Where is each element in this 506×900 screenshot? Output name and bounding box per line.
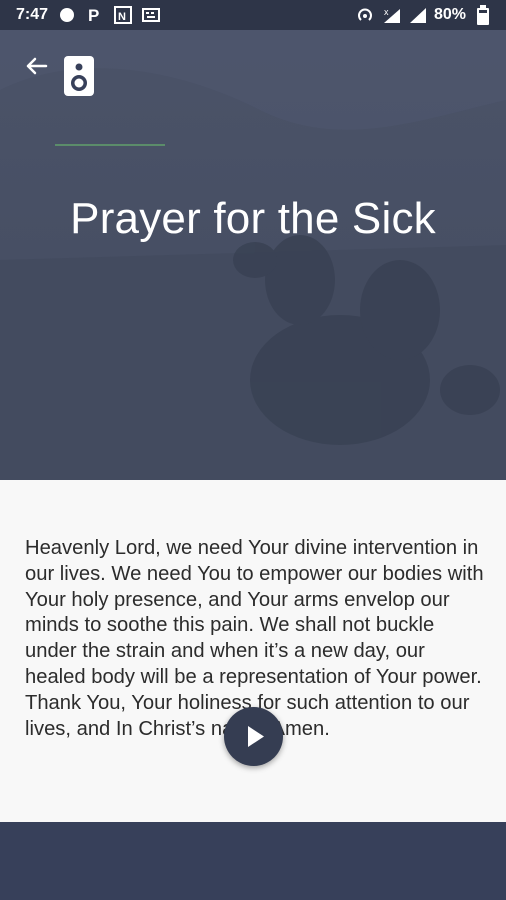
signal-icon [408,6,426,24]
battery-percentage: 80% [433,6,466,23]
svg-text:P: P [88,6,99,24]
nfc-news-icon: N [114,6,133,24]
speaker-icon[interactable] [62,54,96,98]
back-arrow-icon[interactable] [20,50,52,82]
parking-icon: P [86,6,104,24]
signal-x-icon: x [382,6,400,24]
status-bar: 7:47 P N x 80% [0,0,506,30]
bottom-bar [0,822,506,900]
status-left: 7:47 P N [0,6,161,24]
svg-text:x: x [384,7,389,17]
circle-icon [58,6,76,24]
status-right: x 80% [356,0,492,30]
hero-banner: Prayer for the Sick [0,30,506,480]
battery-icon [474,5,492,25]
accent-divider [55,144,165,146]
keyboard-icon [142,6,161,24]
status-time: 7:47 [16,6,49,23]
page-title: Prayer for the Sick [70,194,436,243]
play-icon [248,726,264,747]
hotspot-icon [356,6,374,24]
svg-text:N: N [118,11,126,23]
prayer-content: Heavenly Lord, we need Your divine inter… [0,480,506,822]
play-button[interactable] [224,707,283,766]
